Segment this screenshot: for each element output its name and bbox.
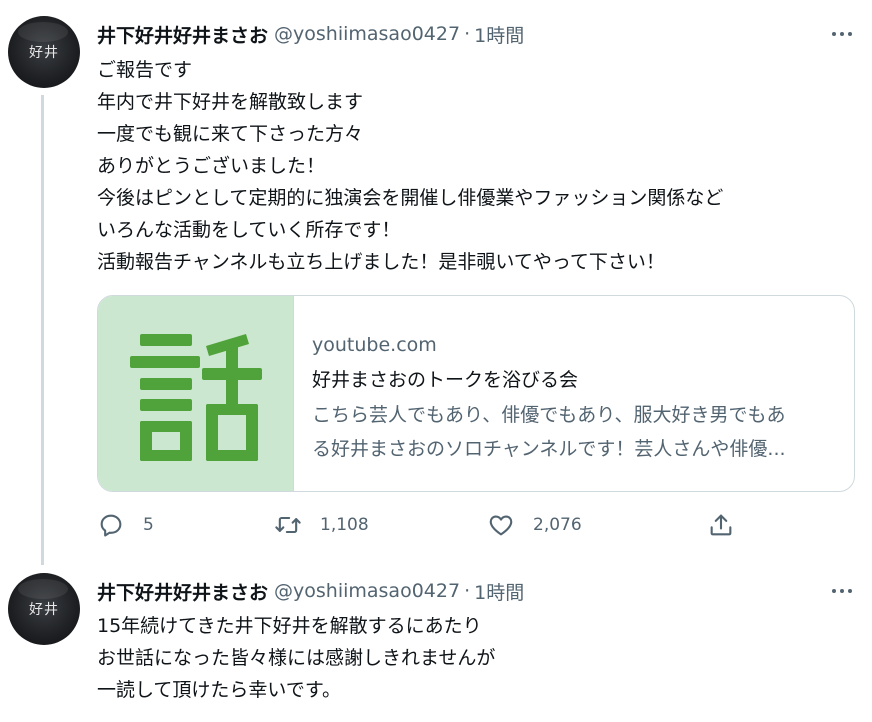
avatar-text: 好井 bbox=[29, 602, 59, 618]
avatar-sheen bbox=[18, 22, 68, 42]
talk-glyph-icon bbox=[130, 334, 262, 461]
tweet-line: 一度でも観に来て下さった方々 bbox=[97, 123, 364, 145]
tweet-line: お世話になった皆々様には感謝しきれませんが bbox=[97, 647, 496, 669]
reply-count: 5 bbox=[143, 515, 154, 535]
card-thumbnail bbox=[98, 296, 294, 491]
display-name[interactable]: 井下好井好井まさお bbox=[97, 21, 268, 48]
tweet-line: 今後はピンとして定期的に独演会を開催し俳優業やファッション関係など bbox=[97, 187, 724, 209]
share-icon bbox=[710, 514, 732, 536]
reply-icon bbox=[100, 514, 122, 537]
like-icon bbox=[489, 515, 513, 536]
tweet-header: 井下好井好井まさお @yoshiimasao0427 · 1時間 bbox=[97, 21, 524, 47]
tweet-line: ありがとうございました！ bbox=[97, 155, 326, 177]
separator-dot: · bbox=[464, 23, 471, 45]
separator-dot: · bbox=[464, 580, 471, 602]
tweet-line: 15年続けてきた井下好井を解散するにあたり bbox=[97, 615, 482, 637]
user-handle[interactable]: @yoshiimasao0427 bbox=[274, 23, 460, 45]
more-icon[interactable] bbox=[826, 579, 858, 603]
avatar[interactable]: 好井 bbox=[8, 573, 80, 645]
tweet-line: 一読して頂けたら幸いです。 bbox=[97, 679, 341, 701]
tweet-line: いろんな活動をしていく所存です！ bbox=[97, 219, 401, 241]
reply-button[interactable]: 5 bbox=[97, 510, 154, 540]
retweet-button[interactable]: 1,108 bbox=[274, 510, 369, 540]
link-card[interactable]: youtube.com 好井まさおのトークを浴びる会 こちら芸人でもあり、俳優で… bbox=[97, 295, 855, 492]
thread-connector-line bbox=[41, 95, 44, 565]
timestamp[interactable]: 1時間 bbox=[474, 21, 524, 48]
retweet-icon bbox=[275, 516, 301, 534]
avatar[interactable]: 好井 bbox=[8, 16, 80, 88]
avatar-text: 好井 bbox=[29, 45, 59, 61]
share-button[interactable] bbox=[707, 510, 735, 540]
card-domain: youtube.com bbox=[312, 334, 437, 356]
display-name[interactable]: 井下好井好井まさお bbox=[97, 578, 268, 605]
card-title: 好井まさおのトークを浴びる会 bbox=[312, 369, 579, 391]
tweet-line: ご報告です bbox=[97, 59, 193, 81]
card-body: youtube.com 好井まさおのトークを浴びる会 こちら芸人でもあり、俳優で… bbox=[294, 296, 832, 491]
tweet-header: 井下好井好井まさお @yoshiimasao0427 · 1時間 bbox=[97, 578, 524, 604]
avatar-sheen bbox=[18, 579, 68, 599]
user-handle[interactable]: @yoshiimasao0427 bbox=[274, 580, 460, 602]
card-description: こちら芸人でもあり、俳優でもあり、服大好き男でもあ る好井まさおのソロチャンネル… bbox=[312, 398, 832, 466]
action-bar: 5 1,108 2,076 bbox=[97, 510, 837, 540]
more-icon[interactable] bbox=[826, 22, 858, 46]
card-desc-line: る好井まさおのソロチャンネルです！芸人さんや俳優... bbox=[312, 438, 786, 460]
card-desc-line: こちら芸人でもあり、俳優でもあり、服大好き男でもあ bbox=[312, 404, 786, 426]
like-button[interactable]: 2,076 bbox=[487, 510, 582, 540]
tweet-text: ご報告です 年内で井下好井を解散致します 一度でも観に来て下さった方々 ありがと… bbox=[97, 54, 837, 278]
timestamp[interactable]: 1時間 bbox=[474, 578, 524, 605]
like-count: 2,076 bbox=[533, 515, 582, 535]
retweet-count: 1,108 bbox=[320, 515, 369, 535]
tweet-line: 年内で井下好井を解散致します bbox=[97, 91, 364, 113]
tweet-text: 15年続けてきた井下好井を解散するにあたり お世話になった皆々様には感謝しきれま… bbox=[97, 610, 837, 706]
tweet-line: 活動報告チャンネルも立ち上げました！是非覗いてやって下さい！ bbox=[97, 251, 665, 273]
